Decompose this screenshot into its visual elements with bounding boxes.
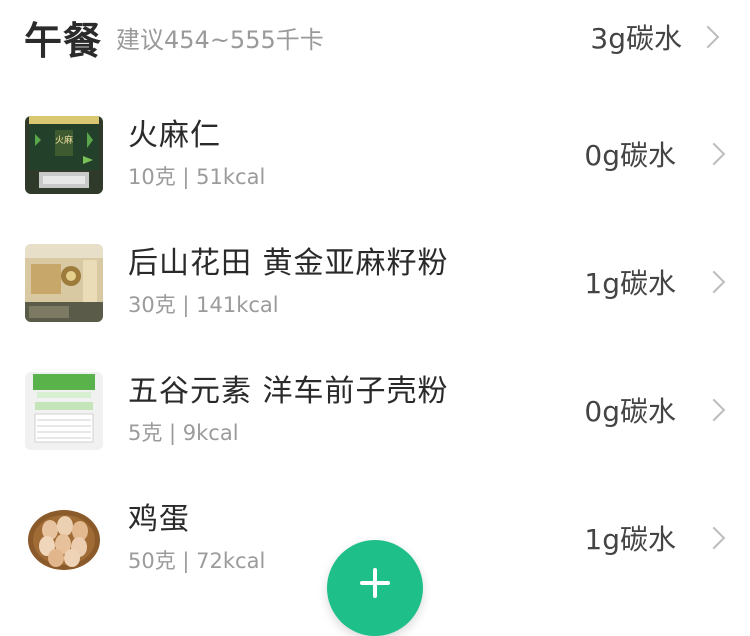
food-name: 五谷元素 洋车前子壳粉 bbox=[128, 374, 449, 409]
food-carb: 0g碳水 bbox=[584, 395, 676, 428]
food-portion: 30克 | 141kcal bbox=[128, 293, 279, 317]
food-info: 五谷元素 洋车前子壳粉 5克 | 9kcal bbox=[128, 372, 449, 446]
hemp-seed-package-image: 火麻 bbox=[25, 116, 103, 194]
food-info: 鸡蛋 50克 | 72kcal bbox=[128, 500, 265, 574]
food-info: 后山花田 黄金亚麻籽粉 30克 | 141kcal bbox=[128, 244, 449, 318]
add-food-button[interactable] bbox=[327, 540, 423, 636]
food-carb: 1g碳水 bbox=[584, 523, 676, 556]
food-name: 鸡蛋 bbox=[128, 502, 190, 537]
chevron-right-icon bbox=[702, 270, 726, 294]
meal-title: 午餐 bbox=[24, 18, 103, 63]
food-name: 火麻仁 bbox=[128, 118, 221, 153]
chevron-right-icon bbox=[702, 142, 726, 166]
chevron-right-icon bbox=[702, 398, 726, 422]
food-portion: 10克 | 51kcal bbox=[128, 165, 266, 189]
food-portion: 50克 | 72kcal bbox=[128, 549, 266, 573]
meal-header[interactable]: 午餐 建议454~555千卡 3g碳水 bbox=[24, 10, 726, 64]
list-item[interactable]: 火麻 火麻仁 10克 | 51kcal 0g碳水 bbox=[0, 110, 750, 238]
chevron-right-icon bbox=[702, 526, 726, 550]
meal-carb-total: 3g碳水 bbox=[590, 22, 682, 55]
food-info: 火麻仁 10克 | 51kcal bbox=[128, 116, 265, 190]
plus-icon bbox=[360, 568, 390, 598]
svg-text:火麻: 火麻 bbox=[55, 134, 73, 146]
eggs-basket-image bbox=[25, 500, 103, 578]
food-carb: 0g碳水 bbox=[584, 139, 676, 172]
food-carb: 1g碳水 bbox=[584, 267, 676, 300]
food-name: 后山花田 黄金亚麻籽粉 bbox=[128, 246, 449, 281]
list-item[interactable]: 后山花田 黄金亚麻籽粉 30克 | 141kcal 1g碳水 bbox=[0, 238, 750, 366]
chevron-right-icon bbox=[696, 25, 720, 49]
food-portion: 5克 | 9kcal bbox=[128, 421, 239, 445]
flaxseed-powder-package-image bbox=[25, 244, 103, 322]
meal-suggestion: 建议454~555千卡 bbox=[116, 25, 324, 54]
psyllium-husk-package-image bbox=[25, 372, 103, 450]
list-item[interactable]: 五谷元素 洋车前子壳粉 5克 | 9kcal 0g碳水 bbox=[0, 366, 750, 494]
